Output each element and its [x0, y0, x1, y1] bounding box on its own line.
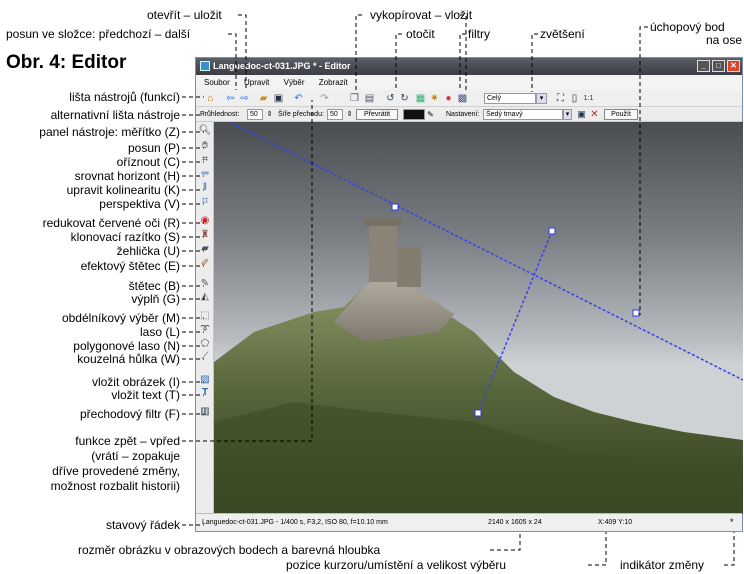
- leader-lines: [182, 14, 735, 566]
